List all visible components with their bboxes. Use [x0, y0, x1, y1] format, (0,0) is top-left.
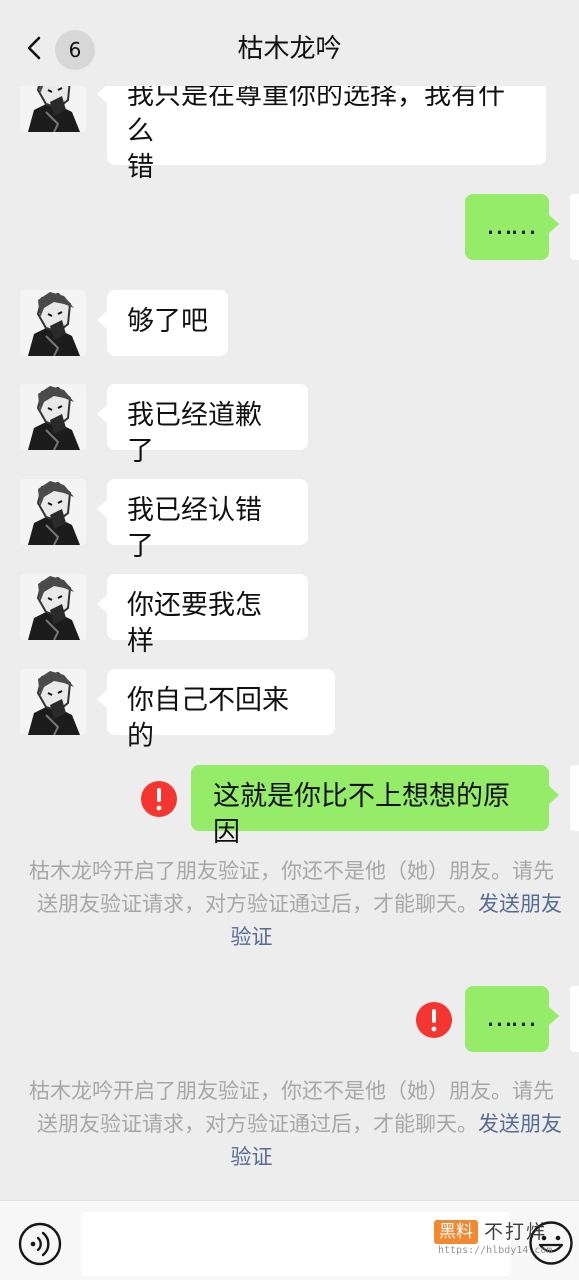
avatar-image	[20, 290, 86, 356]
system-notice-line: 枯木龙吟开启了朋友验证，你还不是他（她）朋友。请先	[29, 1079, 554, 1103]
chat-header: 6 枯木龙吟	[0, 0, 579, 86]
chat-screen: 我只是在尊重你的选择，我有什么 错 …… 够了吧 我已经道歉了 我已经认错了 你…	[0, 0, 579, 1280]
self-avatar[interactable]	[570, 986, 579, 1052]
system-notice-line: 送朋友验证请求，对方验证通过后，才能聊天。发送朋友	[0, 1108, 579, 1141]
avatar-image	[20, 479, 86, 545]
message-bubble-incoming[interactable]: 够了吧	[97, 290, 228, 356]
system-notice-line: 枯木龙吟开启了朋友验证，你还不是他（她）朋友。请先	[29, 859, 554, 883]
send-failed-icon[interactable]	[416, 1002, 452, 1038]
avatar-image	[20, 669, 86, 735]
system-notice-text: 送朋友验证请求，对方验证通过后，才能聊天。	[37, 892, 478, 916]
system-notice-line: 送朋友验证请求，对方验证通过后，才能聊天。发送朋友	[0, 888, 579, 921]
contact-avatar[interactable]	[20, 384, 86, 450]
contact-avatar[interactable]	[20, 290, 86, 356]
system-notice: 枯木龙吟开启了朋友验证，你还不是他（她）朋友。请先 送朋友验证请求，对方验证通过…	[0, 1075, 579, 1174]
message-bubble-incoming[interactable]: 我已经认错了	[97, 479, 308, 562]
message-list[interactable]: 我只是在尊重你的选择，我有什么 错 …… 够了吧 我已经道歉了 我已经认错了 你…	[0, 0, 579, 1200]
contact-avatar[interactable]	[20, 669, 86, 735]
watermark-badge: 黑料	[434, 1220, 478, 1244]
send-verification-link[interactable]: 验证	[0, 1141, 579, 1174]
message-bubble-incoming[interactable]: 你自己不回来的	[97, 669, 335, 752]
self-avatar[interactable]	[570, 194, 579, 260]
system-notice: 枯木龙吟开启了朋友验证，你还不是他（她）朋友。请先 送朋友验证请求，对方验证通过…	[0, 855, 579, 954]
watermark-text: 不打烊	[484, 1221, 548, 1243]
message-bubble-incoming[interactable]: 你还要我怎样	[97, 574, 308, 657]
self-avatar[interactable]	[570, 765, 579, 831]
message-bubble-outgoing[interactable]: ……	[465, 194, 559, 260]
system-notice-text: 送朋友验证请求，对方验证通过后，才能聊天。	[37, 1112, 478, 1136]
send-failed-icon[interactable]	[141, 781, 177, 817]
message-bubble-outgoing[interactable]: 这就是你比不上想想的原因	[191, 765, 559, 848]
watermark-logo: 黑料 不打烊 https://hlbdy14.com	[434, 1218, 558, 1262]
send-verification-link[interactable]: 发送朋友	[478, 892, 562, 916]
message-bubble-incoming[interactable]: 我已经道歉了	[97, 384, 308, 467]
chat-title[interactable]: 枯木龙吟	[0, 31, 579, 67]
contact-avatar[interactable]	[20, 479, 86, 545]
voice-icon[interactable]	[18, 1222, 62, 1266]
contact-avatar[interactable]	[20, 574, 86, 640]
send-verification-link[interactable]: 发送朋友	[478, 1112, 562, 1136]
send-verification-link[interactable]: 验证	[0, 921, 579, 954]
input-bar: 黑料 不打烊 https://hlbdy14.com	[0, 1200, 579, 1280]
avatar-image	[20, 384, 86, 450]
avatar-image	[20, 574, 86, 640]
watermark-url: https://hlbdy14.com	[438, 1245, 553, 1256]
message-bubble-outgoing[interactable]: ……	[465, 986, 559, 1052]
